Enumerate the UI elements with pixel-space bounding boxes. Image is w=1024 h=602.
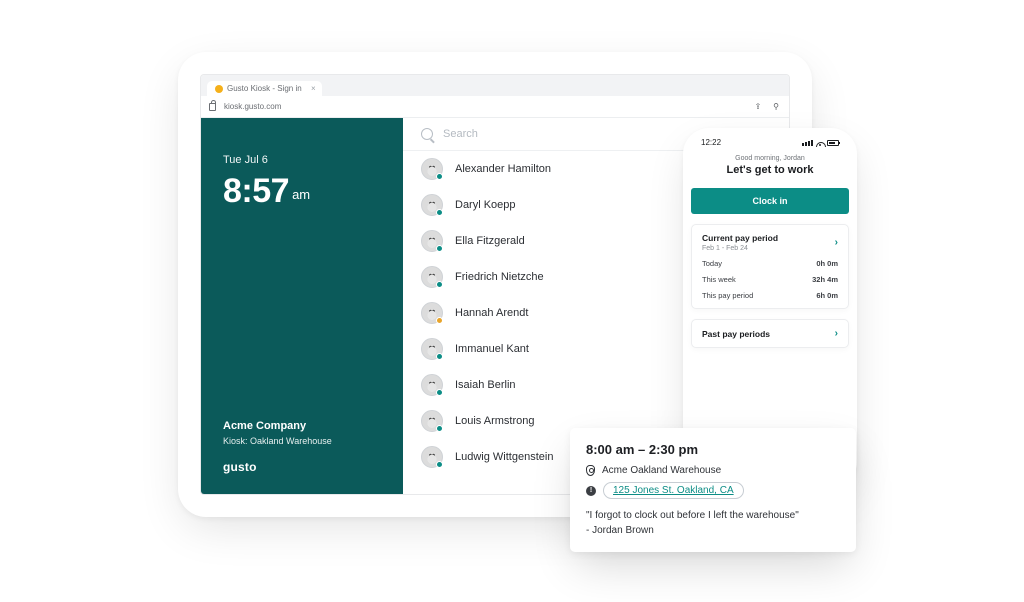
kiosk-location-value: Oakland Warehouse xyxy=(250,436,332,446)
phone-header: Good morning, Jordan Let's get to work xyxy=(691,149,849,180)
cta-text: Let's get to work xyxy=(691,164,849,176)
shift-note: "I forgot to clock out before I left the… xyxy=(586,509,840,538)
status-dot xyxy=(436,353,443,360)
clock-in-button[interactable]: Clock in xyxy=(691,188,849,214)
tab-close-icon[interactable]: × xyxy=(311,84,316,93)
shift-address-link[interactable]: 125 Jones St. Oakland, CA xyxy=(603,482,744,499)
pay-card-range: Feb 1 - Feb 24 xyxy=(702,245,778,252)
status-dot xyxy=(436,389,443,396)
shift-note-text: "I forgot to clock out before I left the… xyxy=(586,510,799,521)
employee-name: Daryl Koepp xyxy=(455,199,516,211)
avatar xyxy=(421,374,443,396)
past-pay-card[interactable]: Past pay periods › xyxy=(691,319,849,348)
pay-stat-label: This week xyxy=(702,275,736,284)
pay-stat-value: 6h 0m xyxy=(816,291,838,300)
pay-stat-row: This week 32h 4m xyxy=(702,275,838,284)
kiosk-sidebar: Tue Jul 6 8:57am Acme Company Kiosk: Oak… xyxy=(201,118,403,494)
share-icon[interactable]: ⇪ xyxy=(753,102,763,111)
status-dot xyxy=(436,173,443,180)
browser-address-bar: kiosk.gusto.com ⇪ ⚲ xyxy=(201,96,789,118)
pay-stat-label: This pay period xyxy=(702,291,753,300)
phone-status-bar: 12:22 xyxy=(691,134,849,149)
shift-location-row: Acme Oakland Warehouse xyxy=(586,465,840,476)
kiosk-location-label: Kiosk: xyxy=(223,436,248,446)
pay-stat-row: This pay period 6h 0m xyxy=(702,291,838,300)
pay-stat-value: 0h 0m xyxy=(816,259,838,268)
shift-address-row: ! 125 Jones St. Oakland, CA xyxy=(586,482,840,499)
avatar xyxy=(421,230,443,252)
status-icons xyxy=(802,139,839,147)
status-dot xyxy=(436,461,443,468)
avatar xyxy=(421,194,443,216)
search-icon xyxy=(421,128,433,140)
kiosk-time: 8:57am xyxy=(223,172,381,211)
avatar xyxy=(421,410,443,432)
wifi-icon xyxy=(816,139,824,147)
past-pay-title: Past pay periods xyxy=(702,329,770,339)
favicon-icon xyxy=(215,85,223,93)
profile-icon[interactable]: ⚲ xyxy=(771,102,781,111)
shift-note-author: - Jordan Brown xyxy=(586,524,840,539)
phone-clock: 12:22 xyxy=(701,138,721,147)
pay-card-title: Current pay period xyxy=(702,233,778,243)
info-icon: ! xyxy=(586,486,596,496)
pay-stat-row: Today 0h 0m xyxy=(702,259,838,268)
avatar xyxy=(421,338,443,360)
battery-icon xyxy=(827,140,839,146)
status-dot xyxy=(436,209,443,216)
status-dot xyxy=(436,281,443,288)
lock-icon xyxy=(209,103,216,111)
employee-name: Ella Fitzgerald xyxy=(455,235,525,247)
status-dot xyxy=(436,245,443,252)
status-dot xyxy=(436,317,443,324)
kiosk-time-ampm: am xyxy=(292,187,310,202)
employee-name: Alexander Hamilton xyxy=(455,163,551,175)
status-dot xyxy=(436,425,443,432)
shift-detail-popover: 8:00 am – 2:30 pm Acme Oakland Warehouse… xyxy=(570,428,856,552)
pin-icon xyxy=(586,465,595,476)
browser-tab[interactable]: Gusto Kiosk - Sign in × xyxy=(207,81,322,96)
address-url[interactable]: kiosk.gusto.com xyxy=(224,102,281,111)
employee-name: Hannah Arendt xyxy=(455,307,528,319)
chevron-right-icon: › xyxy=(835,328,838,339)
pay-stat-value: 32h 4m xyxy=(812,275,838,284)
tab-title: Gusto Kiosk - Sign in xyxy=(227,84,302,93)
avatar xyxy=(421,158,443,180)
browser-tabstrip: Gusto Kiosk - Sign in × xyxy=(201,75,789,96)
avatar xyxy=(421,302,443,324)
chevron-right-icon: › xyxy=(835,237,838,248)
gusto-logo: gusto xyxy=(223,460,381,474)
kiosk-company: Acme Company xyxy=(223,420,381,432)
greeting-text: Good morning, Jordan xyxy=(691,155,849,162)
kiosk-location: Kiosk: Oakland Warehouse xyxy=(223,436,381,446)
avatar xyxy=(421,266,443,288)
employee-name: Friedrich Nietzche xyxy=(455,271,544,283)
employee-name: Immanuel Kant xyxy=(455,343,529,355)
pay-stat-label: Today xyxy=(702,259,722,268)
current-pay-card[interactable]: Current pay period Feb 1 - Feb 24 › Toda… xyxy=(691,224,849,309)
employee-name: Isaiah Berlin xyxy=(455,379,516,391)
employee-name: Louis Armstrong xyxy=(455,415,534,427)
shift-time-range: 8:00 am – 2:30 pm xyxy=(586,442,840,457)
avatar xyxy=(421,446,443,468)
kiosk-date: Tue Jul 6 xyxy=(223,154,381,166)
employee-name: Ludwig Wittgenstein xyxy=(455,451,553,463)
kiosk-time-value: 8:57 xyxy=(223,172,289,210)
shift-location: Acme Oakland Warehouse xyxy=(602,465,721,476)
cellular-icon xyxy=(802,140,813,146)
